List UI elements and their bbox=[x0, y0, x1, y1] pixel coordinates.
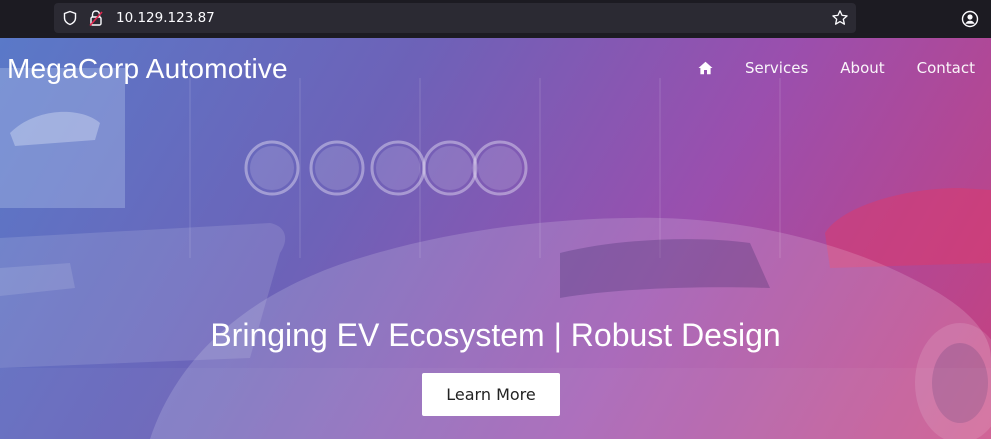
insecure-lock-icon[interactable] bbox=[88, 9, 104, 27]
main-nav: Services About Contact bbox=[698, 58, 975, 78]
url-text[interactable]: 10.129.123.87 bbox=[116, 9, 215, 27]
star-icon[interactable] bbox=[831, 9, 849, 27]
shield-icon[interactable] bbox=[62, 10, 78, 26]
hero-section: MegaCorp Automotive Services About Conta… bbox=[0, 38, 991, 439]
learn-more-button[interactable]: Learn More bbox=[422, 373, 560, 416]
brand-logo[interactable]: MegaCorp Automotive bbox=[7, 51, 288, 87]
address-bar[interactable]: 10.129.123.87 bbox=[54, 3, 856, 33]
browser-toolbar: 10.129.123.87 bbox=[0, 0, 991, 38]
account-icon[interactable] bbox=[961, 10, 979, 28]
hero-headline: Bringing EV Ecosystem | Robust Design bbox=[210, 317, 781, 354]
nav-contact[interactable]: Contact bbox=[917, 58, 975, 78]
nav-services[interactable]: Services bbox=[745, 58, 808, 78]
home-icon[interactable] bbox=[698, 61, 713, 75]
nav-about[interactable]: About bbox=[840, 58, 884, 78]
